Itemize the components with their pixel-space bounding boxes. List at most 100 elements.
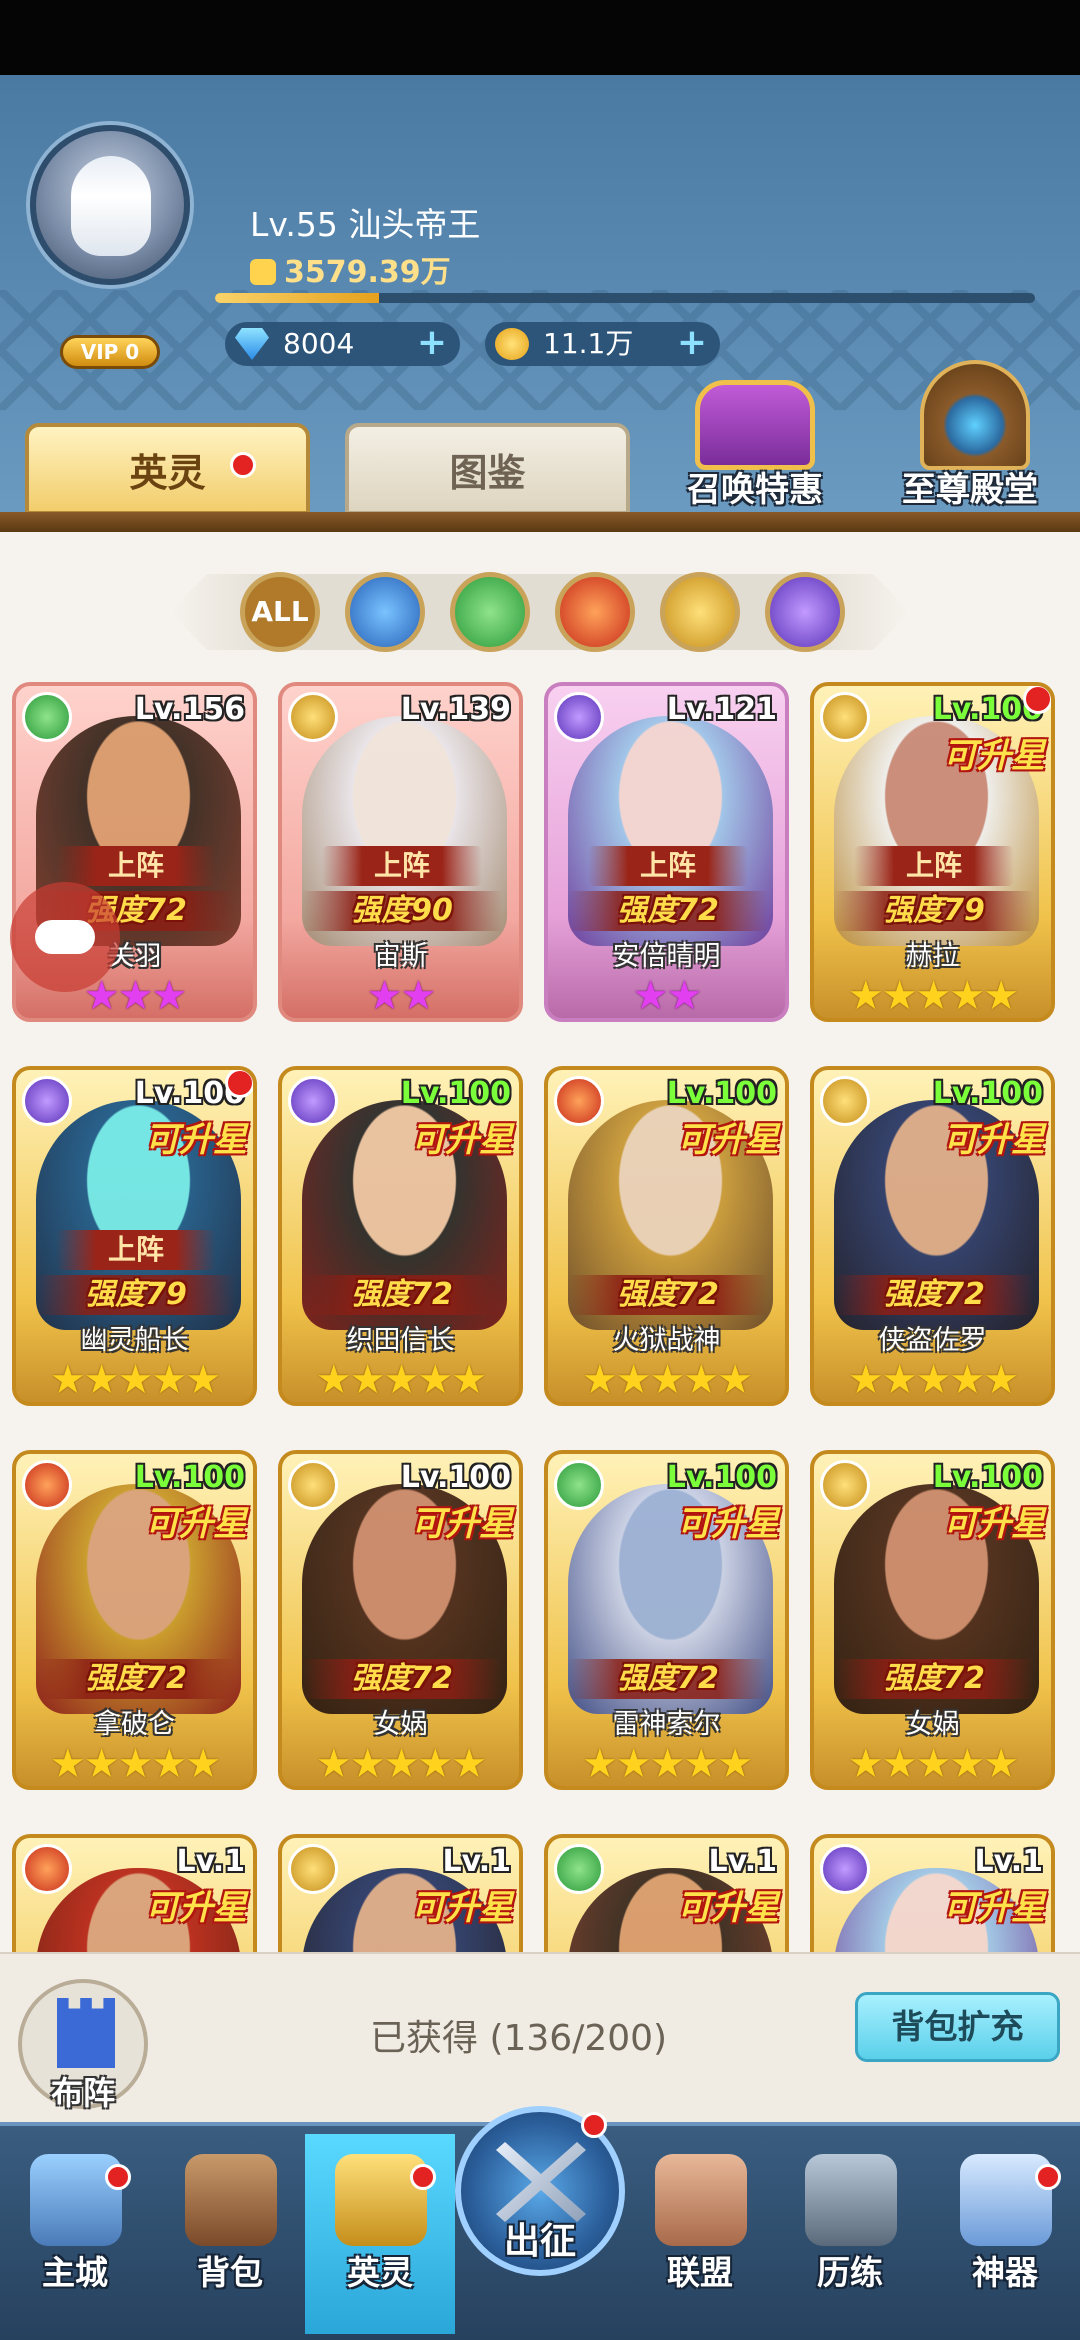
nav-artifact[interactable]: 神器 [930,2134,1080,2334]
hero-card[interactable]: Lv.1 可升星 [810,1834,1055,1952]
hero-stars: ★★★★★ [548,1742,785,1786]
light-element-icon [820,1460,870,1510]
hero-upgradable-badge: 可升星 [411,1120,513,1160]
hero-strength: 强度72 [302,1659,502,1699]
hero-deployed-badge: 上阵 [588,846,748,886]
star-icons: ★★ [632,973,703,1019]
hero-card[interactable]: Lv.1 可升星 [544,1834,789,1952]
hero-name: 女娲 [905,1709,960,1740]
nav-bag[interactable]: 背包 [155,2134,305,2334]
obtained-count: 已获得 (136/200) [370,2018,668,2059]
formation-label: 布阵 [50,2074,115,2112]
hero-card[interactable]: Lv.100 可升星 上阵 强度79 赫拉 ★★★★★ [810,682,1055,1022]
hero-card[interactable]: Lv.100 可升星 强度72 织田信长 ★★★★★ [278,1066,523,1406]
hall-gate-icon [920,360,1030,470]
hero-card[interactable]: Lv.1 可升星 [12,1834,257,1952]
formation-button[interactable]: 布阵 [18,1979,148,2112]
filter-fire-icon[interactable] [555,572,635,652]
hero-stars: ★★★★★ [814,1742,1051,1786]
hero-upgradable-badge: 可升星 [677,1120,779,1160]
filter-light-icon[interactable] [660,572,740,652]
hero-level: Lv.100 [932,1076,1043,1111]
hero-stars: ★★ [548,974,785,1018]
dark-element-icon [820,1844,870,1894]
hero-deployed-badge: 上阵 [322,846,482,886]
player-avatar[interactable] [30,125,190,285]
hero-list-footer: 布阵 已获得 (136/200) 背包扩充 [0,1952,1080,2122]
filter-all-button[interactable]: ALL [240,572,320,652]
hero-stars: ★★ [282,974,519,1018]
gem-value: 8004 [283,327,355,360]
filter-dark-icon[interactable] [765,572,845,652]
hero-notification-dot [1023,686,1051,714]
star-icons: ★★★★★ [315,1357,487,1403]
hero-card[interactable]: Lv.100 可升星 上阵 强度79 幽灵船长 ★★★★★ [12,1066,257,1406]
hero-card[interactable]: Lv.100 可升星 强度72 女娲 ★★★★★ [278,1450,523,1790]
heroes-notification-dot [410,2164,436,2190]
battle-notification-dot [581,2112,607,2138]
supreme-hall-button[interactable]: 至尊殿堂 [900,360,1040,510]
hero-level: Lv.156 [134,692,245,727]
fist-icon [250,259,276,285]
nav-training[interactable]: 历练 [775,2134,925,2334]
add-gems-button[interactable]: + [416,325,448,361]
filter-water-icon[interactable] [345,572,425,652]
nav-heroes[interactable]: 英灵 [305,2134,455,2334]
nav-alliance-label: 联盟 [667,2253,733,2292]
star-icons: ★★ [366,973,437,1019]
hero-level: Lv.121 [666,692,777,727]
hero-name: 侠盗佐罗 [878,1325,987,1356]
hero-name: 安倍晴明 [612,941,721,972]
hero-level: Lv.100 [932,1460,1043,1495]
star-icons: ★★★★★ [581,1357,753,1403]
dark-element-icon [288,1076,338,1126]
hero-card[interactable]: Lv.139 上阵 强度90 宙斯 ★★ [278,682,523,1022]
nature-element-icon [22,692,72,742]
hero-card[interactable]: Lv.100 可升星 强度72 拿破仑 ★★★★★ [12,1450,257,1790]
expand-bag-button[interactable]: 背包扩充 [855,1992,1060,2062]
hero-name: 宙斯 [373,941,428,972]
heroes-tab-notification-dot [230,452,256,478]
hero-level: Lv.1 [974,1844,1044,1879]
hero-name: 拿破仑 [94,1709,175,1740]
hero-stars: ★★★★★ [814,1358,1051,1402]
fire-element-icon [554,1076,604,1126]
hero-upgradable-badge: 可升星 [411,1504,513,1544]
nature-element-icon [554,1460,604,1510]
hero-upgradable-badge: 可升星 [943,1888,1045,1928]
hero-card[interactable]: Lv.100 可升星 强度72 雷神索尔 ★★★★★ [544,1450,789,1790]
combat-power-value: 3579.39万 [284,255,451,290]
panel-divider [0,512,1080,532]
crossed-swords-icon [496,2142,586,2222]
hero-strength: 强度72 [302,1275,502,1315]
star-icons: ★★★★★ [847,973,1019,1019]
star-icons: ★★★★★ [581,1741,753,1787]
vip-badge[interactable]: VIP 0 [60,335,160,369]
nav-city[interactable]: 主城 [0,2134,150,2334]
exp-progress-fill [215,293,379,303]
hero-card[interactable]: Lv.100 可升星 强度72 侠盗佐罗 ★★★★★ [810,1066,1055,1406]
gamepad-icon [35,920,95,954]
summon-deal-button[interactable]: 召唤特惠 [685,380,825,510]
filter-nature-icon[interactable] [450,572,530,652]
summon-deal-label: 召唤特惠 [687,470,823,510]
bottom-navigation: 主城 背包 英灵 出征 联盟 历练 神器 [0,2106,1080,2340]
hero-card[interactable]: Lv.1 可升星 [278,1834,523,1952]
hero-name: 女娲 [373,1709,428,1740]
floating-gamepad-button[interactable] [10,882,120,992]
tab-gallery[interactable]: 图鉴 [345,423,630,515]
nav-bag-label: 背包 [197,2253,263,2292]
treasure-chest-icon [695,380,815,470]
add-gold-button[interactable]: + [676,325,708,361]
fire-element-icon [22,1844,72,1894]
hero-card[interactable]: Lv.100 可升星 强度72 女娲 ★★★★★ [810,1450,1055,1790]
tab-heroes[interactable]: 英灵 [25,423,310,515]
hero-level: Lv.1 [176,1844,246,1879]
hero-deployed-badge: 上阵 [56,1230,216,1270]
nav-battle[interactable]: 出征 [455,2106,625,2276]
hero-card[interactable]: Lv.100 可升星 强度72 火狱战神 ★★★★★ [544,1066,789,1406]
hero-level: Lv.100 [666,1460,777,1495]
hero-card[interactable]: Lv.121 上阵 强度72 安倍晴明 ★★ [544,682,789,1022]
gem-currency: 8004 + [225,322,460,366]
nav-alliance[interactable]: 联盟 [625,2134,775,2334]
